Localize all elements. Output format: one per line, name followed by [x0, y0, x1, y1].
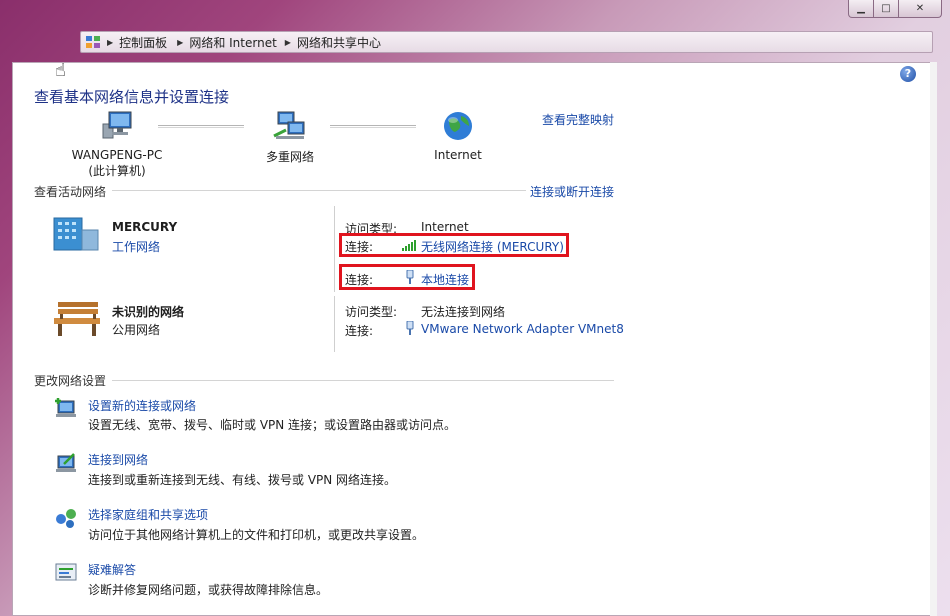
map-node-this-computer[interactable]: WANGPENG-PC (此计算机): [62, 110, 172, 179]
multiple-networks-icon: [273, 111, 305, 139]
chevron-right-icon: ▶: [284, 37, 291, 47]
connect-disconnect-link[interactable]: 连接或断开连接: [530, 183, 614, 200]
map-node-multiple-networks[interactable]: 多重网络: [250, 110, 330, 165]
chevron-right-icon: ▶: [177, 37, 184, 47]
access-type-value: 无法连接到网络: [421, 305, 506, 319]
wireless-connection-link[interactable]: 无线网络连接 (MERCURY): [421, 238, 564, 255]
breadcrumb-item-control-panel[interactable]: ▶ 控制面板: [107, 34, 167, 51]
network-name: MERCURY: [112, 220, 178, 234]
homegroup-icon: [56, 509, 76, 528]
vertical-divider: [334, 296, 335, 352]
computer-icon: [102, 111, 132, 139]
map-connector: [330, 125, 416, 128]
active-networks-heading: 查看活动网络: [34, 185, 107, 199]
section-divider: [112, 380, 614, 381]
minimize-button[interactable]: ▁: [848, 0, 874, 18]
map-connector: [158, 125, 244, 128]
public-network-bench-icon: [54, 302, 100, 336]
vertical-scrollbar[interactable]: [930, 62, 937, 616]
help-icon[interactable]: ?: [900, 66, 916, 82]
chevron-right-icon: ▶: [107, 37, 114, 47]
control-panel-icon: [85, 34, 101, 50]
close-button[interactable]: ✕: [898, 0, 942, 18]
vmware-adapter-link[interactable]: VMware Network Adapter VMnet8: [421, 322, 624, 336]
mouse-cursor-icon: ☝: [55, 60, 66, 81]
breadcrumb-item-network-internet[interactable]: ▶ 网络和 Internet: [177, 34, 277, 51]
breadcrumb-item-sharing-center[interactable]: ▶ 网络和共享中心: [285, 34, 381, 51]
vertical-divider: [334, 206, 335, 292]
change-settings-heading: 更改网络设置: [34, 374, 107, 388]
network-name: 未识别的网络: [112, 305, 185, 319]
breadcrumb: ▶ 控制面板 ▶ 网络和 Internet ▶ 网络和共享中心: [80, 31, 933, 53]
window-caption-buttons: ▁ □ ✕: [848, 0, 942, 18]
access-type-label: 访问类型:: [345, 305, 398, 319]
troubleshoot-icon: [55, 563, 77, 581]
work-network-icon: [53, 217, 99, 251]
local-connection-link[interactable]: 本地连接: [421, 271, 469, 288]
connection-label: 连接:: [345, 240, 374, 254]
network-type-link[interactable]: 工作网络: [112, 238, 160, 255]
homegroup-sharing-link[interactable]: 选择家庭组和共享选项: [88, 506, 208, 523]
network-type: 公用网络: [112, 323, 161, 337]
connect-to-network-link[interactable]: 连接到网络: [88, 451, 148, 468]
connection-label: 连接:: [345, 324, 374, 338]
new-connection-icon: [55, 398, 76, 417]
task-description: 连接到或重新连接到无线、有线、拨号或 VPN 网络连接。: [88, 473, 397, 487]
connect-to-network-icon: [56, 453, 76, 472]
map-node-internet[interactable]: Internet: [420, 110, 496, 162]
ethernet-plug-icon: [406, 270, 414, 284]
access-type-value: Internet: [421, 220, 469, 234]
task-description: 设置无线、宽带、拨号、临时或 VPN 连接；或设置路由器或访问点。: [88, 418, 457, 432]
task-description: 访问位于其他网络计算机上的文件和打印机，或更改共享设置。: [88, 528, 425, 542]
ethernet-plug-icon: [406, 321, 414, 335]
globe-icon: [444, 112, 472, 140]
full-map-link[interactable]: 查看完整映射: [542, 111, 614, 128]
task-description: 诊断并修复网络问题，或获得故障排除信息。: [88, 583, 329, 597]
page-title: 查看基本网络信息并设置连接: [34, 88, 230, 106]
connection-label: 连接:: [345, 273, 374, 287]
maximize-button[interactable]: □: [873, 0, 899, 18]
section-divider: [112, 190, 526, 191]
setup-new-connection-link[interactable]: 设置新的连接或网络: [88, 397, 196, 414]
wifi-signal-icon: [402, 240, 416, 251]
troubleshoot-link[interactable]: 疑难解答: [88, 561, 136, 578]
